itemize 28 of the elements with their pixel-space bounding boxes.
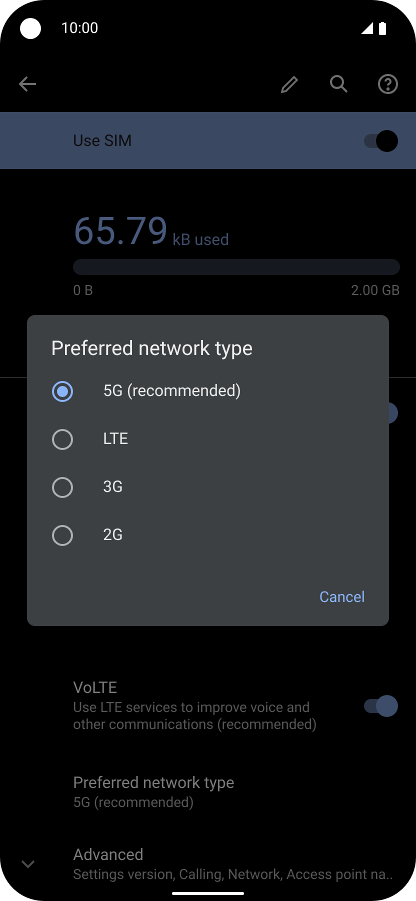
radio-option[interactable]: LTE (27, 415, 389, 463)
help-icon[interactable] (376, 72, 400, 96)
setting-title[interactable]: Advanced (73, 844, 398, 864)
usage-unit: kB used (172, 229, 230, 251)
toggle-switch[interactable] (362, 130, 398, 152)
radio-button[interactable] (52, 380, 73, 402)
radio-option[interactable]: 2G (27, 511, 389, 559)
usage-amount: 65.79 (73, 211, 168, 253)
battery-icon (379, 22, 386, 34)
use-sim-label: Use SIM (73, 130, 132, 152)
usage-min-label: 0 B (73, 282, 94, 301)
toggle-switch[interactable] (362, 695, 398, 717)
signal-icon (361, 22, 373, 34)
setting-summary: Settings version, Calling, Network, Access point na.. (73, 866, 394, 884)
setting-summary: Use LTE services to improve voice and other communications (recommended) (73, 700, 318, 734)
setting-title[interactable]: Preferred network type (73, 772, 398, 792)
radio-button[interactable] (52, 476, 73, 498)
usage-max-label: 2.00 GB (350, 282, 400, 301)
setting-title[interactable]: VoLTE (73, 678, 354, 698)
setting-summary: 5G (recommended) (73, 794, 195, 812)
radio-button[interactable] (52, 428, 73, 450)
cancel-button[interactable]: Cancel (315, 582, 369, 612)
radio-option[interactable]: 5G (recommended) (27, 367, 389, 415)
dialog-title: Preferred network type (50, 335, 254, 361)
radio-button[interactable] (52, 524, 73, 546)
chevron-down-icon[interactable] (20, 859, 36, 869)
radio-option[interactable]: 3G (27, 463, 389, 511)
status-time: 10:00 (61, 18, 98, 39)
